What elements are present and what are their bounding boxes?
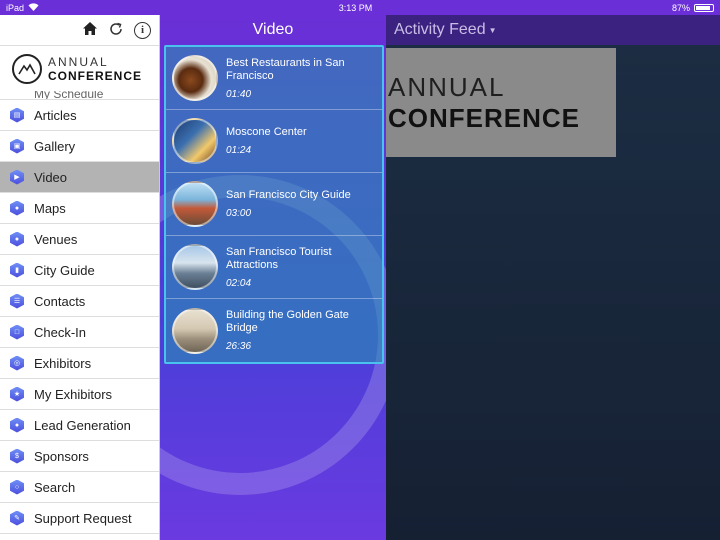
video-item[interactable]: San Francisco City Guide 03:00 — [166, 173, 382, 236]
activity-feed-title: Activity Feed — [394, 21, 486, 38]
sidebar-item-label: My Exhibitors — [34, 386, 113, 402]
video-title: Moscone Center — [226, 126, 307, 138]
sidebar-item-video[interactable]: ▶ Video — [0, 162, 159, 193]
video-thumbnail — [172, 244, 218, 290]
gallery-icon: ▣ — [10, 138, 24, 154]
sidebar-item-my-exhibitors[interactable]: ★ My Exhibitors — [0, 379, 159, 410]
sidebar-item-city-guide[interactable]: ▮ City Guide — [0, 255, 159, 286]
video-thumbnail — [172, 118, 218, 164]
video-title: Building the Golden Gate Bridge — [226, 309, 349, 334]
sidebar-item-label: Contacts — [34, 293, 86, 309]
sidebar-item-label: Articles — [34, 107, 77, 123]
video-panel-title: Video — [252, 21, 294, 38]
sidebar-item-contacts[interactable]: ☰ Contacts — [0, 286, 159, 317]
conference-banner: ANNUAL CONFERENCE — [386, 48, 616, 157]
logo-line-2: CONFERENCE — [48, 68, 143, 83]
video-item[interactable]: San Francisco Tourist Attractions 02:04 — [166, 236, 382, 299]
search-icon: ○ — [10, 479, 24, 495]
video-duration: 01:24 — [226, 145, 252, 156]
activity-feed-header[interactable]: Activity Feed ▼ — [386, 15, 720, 45]
articles-icon: ▤ — [10, 107, 24, 123]
banner-line-1: ANNUAL — [388, 71, 506, 102]
status-time: 3:13 PM — [338, 2, 373, 13]
video-panel: Video Best Restaurants in San Francisco … — [160, 15, 386, 540]
sidebar-item-sponsors[interactable]: $ Sponsors — [0, 441, 159, 472]
video-list: Best Restaurants in San Francisco 01:40 … — [164, 45, 384, 364]
video-duration: 02:04 — [226, 277, 252, 289]
info-icon[interactable]: i — [134, 21, 151, 39]
wifi-icon — [28, 2, 39, 13]
sidebar-item-articles[interactable]: ▤ Articles — [0, 100, 159, 131]
lead-generation-icon: ● — [10, 417, 24, 433]
video-title: Best Restaurants in San Francisco — [226, 56, 345, 82]
sidebar-item-label: Search — [34, 479, 76, 495]
support-request-icon: ✎ — [10, 510, 24, 526]
video-duration: 26:36 — [226, 341, 252, 352]
sidebar-item-label: Lead Generation — [34, 417, 131, 433]
status-bar: iPad 3:13 PM 87% — [0, 0, 720, 15]
video-icon: ▶ — [10, 169, 24, 185]
sidebar-item-exhibitors[interactable]: ◎ Exhibitors — [0, 348, 159, 379]
sidebar-logo: ANNUAL CONFERENCE — [0, 45, 159, 91]
battery-percent: 87% — [671, 2, 690, 13]
video-thumbnail — [172, 55, 218, 101]
sidebar-item-search[interactable]: ○ Search — [0, 472, 159, 503]
sidebar-item-check-in[interactable]: □ Check-In — [0, 317, 159, 348]
sidebar-item-label: Support Request — [34, 510, 132, 526]
sidebar-item-partial[interactable]: My Schedule — [0, 91, 159, 100]
check-in-icon: □ — [10, 324, 24, 340]
banner-line-2: CONFERENCE — [388, 102, 581, 133]
video-duration: 03:00 — [226, 208, 252, 219]
video-thumbnail — [172, 181, 218, 227]
sidebar: i ANNUAL CONFERENCE My Schedule ▤ Articl… — [0, 15, 160, 540]
sidebar-item-label: My Schedule — [34, 91, 104, 100]
sidebar-item-label: Sponsors — [34, 448, 89, 464]
video-thumbnail — [172, 307, 218, 354]
my-exhibitors-icon: ★ — [10, 386, 24, 402]
video-title: San Francisco Tourist Attractions — [226, 245, 332, 271]
chevron-down-icon: ▼ — [488, 25, 497, 35]
sidebar-item-gallery[interactable]: ▣ Gallery — [0, 131, 159, 162]
sidebar-item-support-request[interactable]: ✎ Support Request — [0, 503, 159, 534]
sidebar-toolbar: i — [0, 15, 159, 45]
sidebar-item-lead-generation[interactable]: ● Lead Generation — [0, 410, 159, 441]
exhibitors-icon: ◎ — [10, 355, 24, 371]
refresh-icon[interactable] — [108, 21, 124, 40]
sidebar-item-label: Gallery — [34, 138, 76, 154]
venues-icon: ● — [10, 231, 24, 247]
sidebar-item-label: Venues — [34, 231, 78, 247]
conference-logo-icon — [12, 53, 42, 84]
sidebar-item-label: City Guide — [34, 262, 95, 278]
maps-icon: ● — [10, 200, 24, 216]
contacts-icon: ☰ — [10, 293, 24, 309]
sidebar-item-label: Check-In — [34, 324, 87, 340]
logo-line-1: ANNUAL — [48, 54, 109, 69]
sidebar-item-maps[interactable]: ● Maps — [0, 193, 159, 224]
sidebar-item-label: Video — [34, 169, 68, 185]
sponsors-icon: $ — [10, 448, 24, 464]
video-item[interactable]: Moscone Center 01:24 — [166, 110, 382, 173]
sidebar-item-label: Exhibitors — [34, 355, 92, 371]
video-title: San Francisco City Guide — [226, 189, 351, 201]
video-item[interactable]: Best Restaurants in San Francisco 01:40 — [166, 47, 382, 110]
sidebar-item-venues[interactable]: ● Venues — [0, 224, 159, 255]
sidebar-item-label: Maps — [34, 200, 66, 216]
device-name: iPad — [6, 2, 25, 13]
home-icon[interactable] — [82, 21, 98, 39]
video-item[interactable]: Building the Golden Gate Bridge 26:36 — [166, 299, 382, 362]
video-duration: 01:40 — [226, 88, 252, 100]
battery-icon — [694, 3, 714, 12]
city-guide-icon: ▮ — [10, 262, 24, 278]
